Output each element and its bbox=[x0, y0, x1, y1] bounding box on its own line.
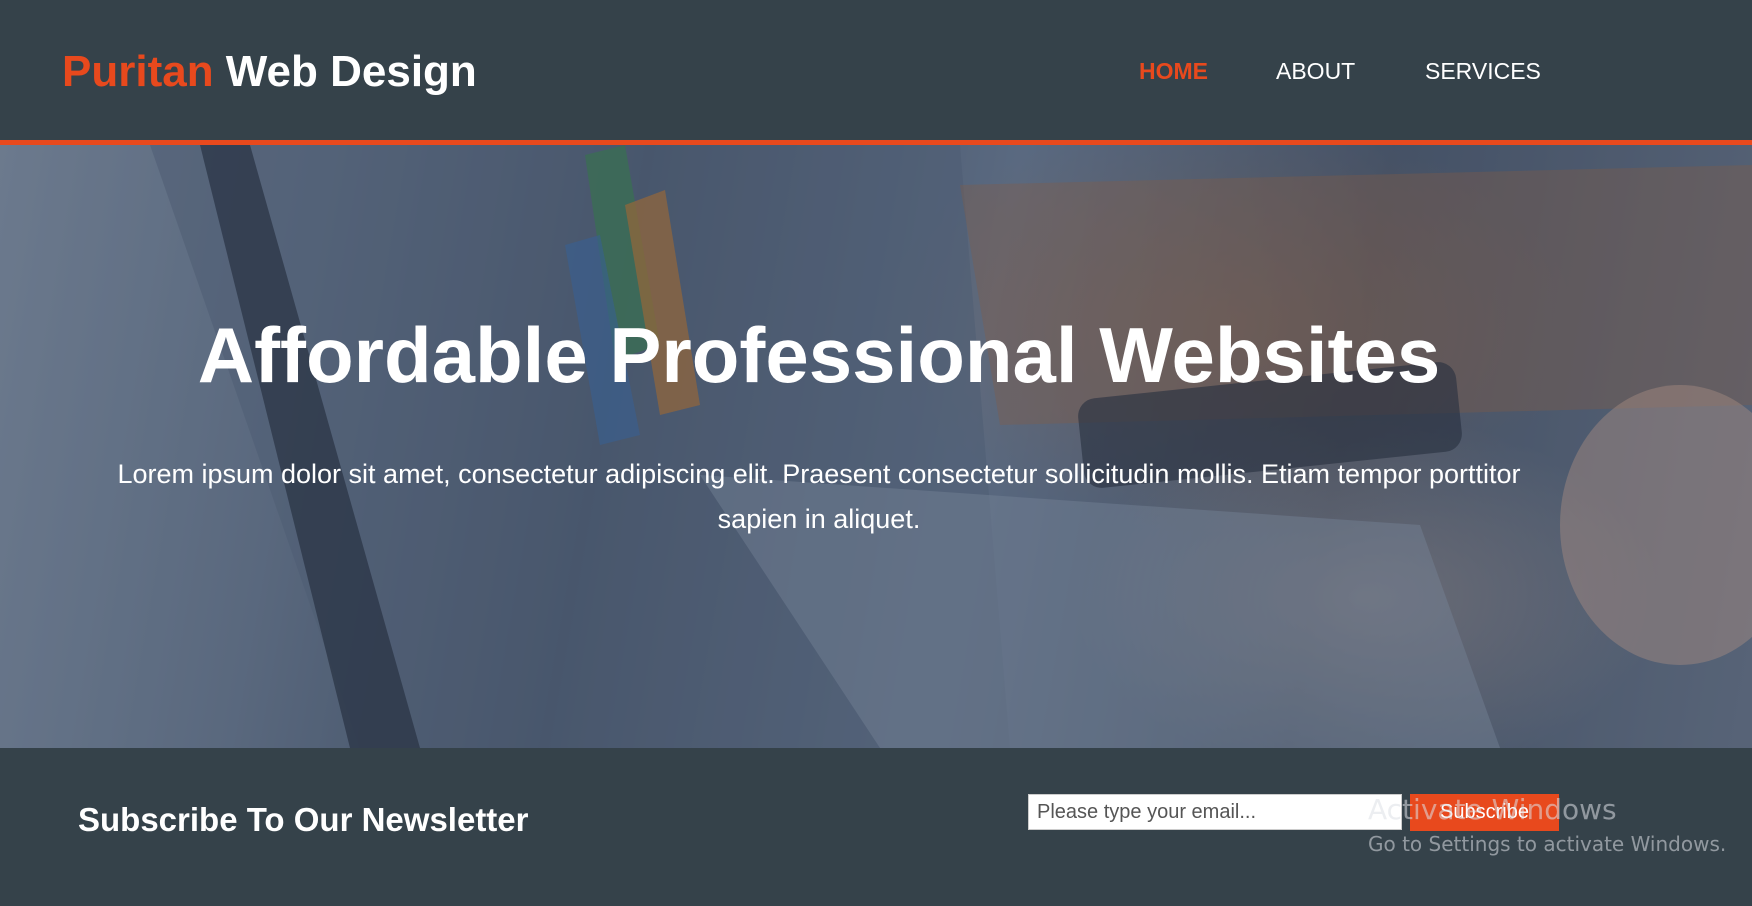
newsletter-heading: Subscribe To Our Newsletter bbox=[78, 801, 529, 838]
nav-item-about[interactable]: ABOUT bbox=[1276, 56, 1355, 86]
nav-item-home[interactable]: HOME bbox=[1139, 56, 1208, 86]
site-header: Puritan Web Design HOME ABOUT SERVICES bbox=[0, 0, 1752, 145]
main-nav: HOME ABOUT SERVICES bbox=[0, 56, 1752, 86]
showcase-hero: Affordable Professional Websites Lorem i… bbox=[0, 145, 1752, 748]
hero-text: Lorem ipsum dolor sit amet, consectetur … bbox=[117, 459, 1521, 534]
hero-overlay bbox=[0, 145, 1752, 748]
nav-item-services[interactable]: SERVICES bbox=[1425, 56, 1541, 86]
email-input[interactable] bbox=[1028, 794, 1402, 830]
subscribe-button[interactable]: Subscribe bbox=[1410, 794, 1559, 831]
hero-title: Affordable Professional Websites bbox=[197, 311, 1441, 399]
newsletter-section: Subscribe To Our Newsletter Subscribe bbox=[0, 748, 1752, 906]
